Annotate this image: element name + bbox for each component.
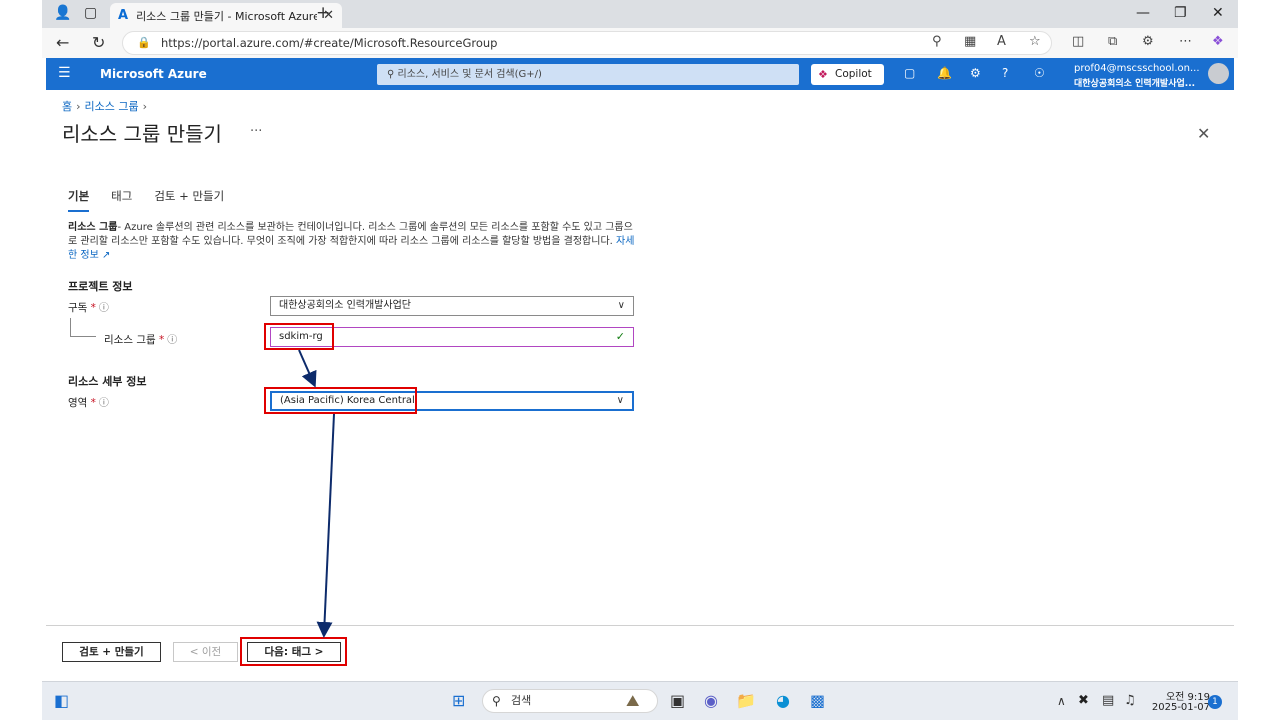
arrow-region-to-next [316,413,335,638]
arrow-rg-to-region [298,349,317,388]
screen: 👤 ▢ A 리소스 그룹 만들기 - Microsoft Azure ✕ + —… [42,0,1238,720]
annotation-arrows [298,349,335,638]
